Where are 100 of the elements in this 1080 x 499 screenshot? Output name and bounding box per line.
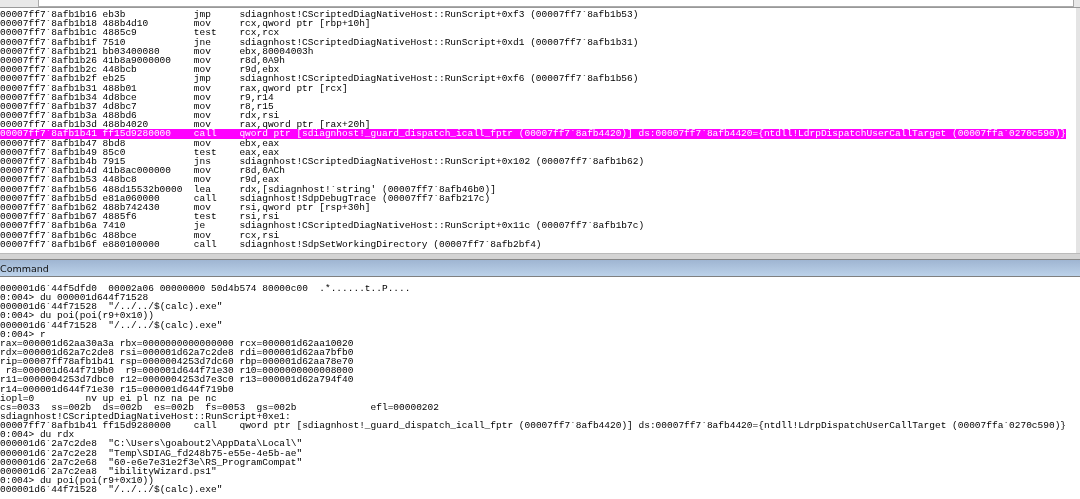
operand-cell: rsi,qword ptr [rsp+30h]	[239, 202, 371, 213]
address-cell-text: 00007ff7`8afb1b67	[0, 212, 98, 222]
output-line: rdx=000001d62a7c2de8 rsi=000001d62a7c2de8 rdi=000001d62aa7bfb0	[0, 348, 354, 358]
bytes-cell-text: 488b4d10	[102, 19, 150, 29]
address-cell-text: 00007ff7`8afb1b3a	[0, 111, 98, 121]
operand-cell: sdiagnhost!SdpDebugTrace (00007ff7`8afb217c)	[239, 193, 491, 203]
operand-cell: sdiagnhost!SdpSetWorkingDirectory (00007ff7`8afb2bf4)	[239, 239, 542, 249]
mnemonic-cell-text: mov	[193, 138, 212, 148]
bytes-cell-text: 448bc8	[102, 175, 137, 185]
operand-cell: ebx,80004003h	[239, 46, 314, 56]
mnemonic-cell-text: test	[193, 147, 218, 157]
mnemonic-cell-text: jmp	[193, 74, 212, 84]
address-cell-text: 00007ff7`8afb1b5d	[0, 193, 98, 203]
address-cell-text: 00007ff7`8afb1b34	[0, 92, 98, 102]
address-cell-text: 00007ff7`8afb1b1c	[0, 28, 98, 38]
bytes-cell-text: 4885f6	[102, 212, 138, 222]
operand-cell: r9d,eax	[239, 175, 280, 185]
output-line: 000001d6`2a7c2ea8 "ibilityWizard.ps1"	[0, 466, 217, 476]
address-cell-text: 00007ff7`8afb1b37	[0, 101, 98, 112]
pane-title: Command	[0, 262, 49, 274]
bytes-cell-text: 7915	[102, 157, 126, 167]
operand-cell: rcx,rsi	[239, 230, 280, 240]
bytes-cell-text: eb3b	[102, 10, 126, 20]
bytes-cell-text: 4885c9	[102, 28, 138, 38]
output-line: sdiagnhost!CScriptedDiagNativeHost::RunScript+0xe1:	[0, 411, 291, 422]
mnemonic-cell-text: jns	[193, 157, 212, 167]
address-cell-text: 00007ff7`8afb1b62	[0, 202, 98, 213]
operand-cell: r8,r15	[239, 101, 274, 112]
output-line: cs=0033 ss=002b ds=002b es=002b fs=0053 gs=002b efl=00000202	[0, 402, 439, 412]
operand-cell: r9,r14	[239, 92, 274, 102]
address-cell-text: 00007ff7`8afb1b2c	[0, 65, 98, 75]
operand-cell: sdiagnhost!CScriptedDiagNativeHost::RunScript+0xd1 (00007ff7`8afb1b31)	[239, 37, 639, 47]
mnemonic-cell-text: mov	[193, 230, 211, 240]
output-line: 0:004> du poi(poi(r9+0x10))	[0, 475, 154, 486]
address-cell-text: 00007ff7`8afb1b21	[0, 46, 98, 56]
bytes-cell-text: 488bd6	[102, 111, 137, 121]
output-line: 0:004> du poi(poi(r9+0x10))	[0, 311, 154, 321]
bytes-cell-text: 488b742430	[102, 202, 161, 213]
output-line: 000001d6`2a7c2de8 "C:\Users\goabout2\AppData\Local\"	[0, 439, 303, 449]
mnemonic-cell-text: mov	[193, 55, 212, 66]
address-cell-text: 00007ff7`8afb1b31	[0, 83, 98, 93]
operand-cell: sdiagnhost!CScriptedDiagNativeHost::RunScript+0x102 (00007ff7`8afb1b62)	[239, 157, 645, 167]
mnemonic-cell-text: call	[193, 129, 218, 139]
operand-cell: rcx,rcx	[239, 28, 280, 38]
output-line: 000001d6`2a7c2e28 "Temp\SDIAG_fd248b75-e55e-4e5b-ae"	[0, 448, 303, 458]
address-cell-text: 00007ff7`8afb1b41	[0, 129, 98, 139]
output-line: 000001d6`2a7c2e68 "60-e6e7e31e2f3e\RS_ProgramCompat"	[0, 457, 303, 467]
bytes-cell-text: 488bce	[102, 230, 138, 240]
operand-cell: sdiagnhost!CScriptedDiagNativeHost::RunScript+0x11c (00007ff7`8afb1b7c)	[239, 221, 645, 231]
mnemonic-cell-text: test	[193, 212, 218, 222]
operand-cell: rax,qword ptr [rcx]	[239, 83, 348, 93]
mnemonic-cell-text: call	[193, 193, 218, 203]
operand-cell: rax,qword ptr [rax+20h]	[239, 120, 371, 130]
mnemonic-cell-text: test	[193, 28, 218, 38]
mnemonic-cell-text: call	[193, 239, 218, 249]
mnemonic-cell-text: mov	[193, 175, 212, 185]
bytes-cell-text: 7410	[102, 221, 126, 231]
mnemonic-cell-text: jmp	[193, 10, 212, 20]
address-cell-text: 00007ff7`8afb1b56	[0, 184, 98, 194]
bytes-cell-text: e880100000	[102, 239, 161, 249]
address-cell-text: 00007ff7`8afb1b47	[0, 138, 98, 148]
output-line: r8=000001d644f719b0 r9=000001d644f71e30 r10=0000000000008000	[5, 366, 354, 376]
bytes-cell-text: 488b01	[102, 83, 138, 93]
highlighted-row[interactable]: 00007ff7`8afb1b41 ff15d9280000 call qword ptr [sdiagnhost!_guard_dispatch_icall_fptr (00007ff7`8afb4420)] ds:00007ff7`8afb4420={ntdll!LdrpDispatchUserCallTarget (00007ffa`0270c590)}	[0, 129, 1067, 139]
address-cell-text: 00007ff7`8afb1b6a	[0, 221, 98, 231]
operand-cell: r9d,ebx	[239, 65, 280, 75]
bytes-cell-text: bb03400080	[102, 46, 160, 56]
operand-cell: r8d,0ACh	[239, 166, 285, 176]
address-cell-text: 00007ff7`8afb1b49	[0, 147, 98, 157]
bytes-cell-text: 4d8bc7	[102, 101, 138, 112]
bytes-cell-text: 488d15532b0000	[102, 184, 184, 194]
offset-field[interactable]	[38, 0, 1074, 7]
output-line: r14=000001d644f71e30 r15=000001d644f719b0	[0, 384, 234, 394]
address-cell-text: 00007ff7`8afb1b3d	[0, 120, 98, 130]
output-line: 0:004> r	[0, 329, 46, 339]
output-line: iopl=0 nv up ei pl nz na pe nc	[0, 393, 217, 403]
mnemonic-cell-text: mov	[193, 166, 212, 176]
mnemonic-cell-text: jne	[193, 37, 212, 47]
mnemonic-cell-text: mov	[193, 46, 212, 56]
operand-cell: qword ptr [sdiagnhost!_guard_dispatch_icall_fptr (00007ff7`8afb4420)] ds:00007ff7`8afb4420={ntdll!LdrpDispatchUserCallTarget (00007ffa`0270c590)}	[239, 129, 1067, 139]
splitter[interactable]	[0, 253, 1080, 260]
bytes-cell-text: 7510	[102, 37, 126, 47]
output-line: r11=0000004253d7dbc0 r12=0000004253d7e3c0 r13=000001d62a794f40	[0, 375, 354, 385]
mnemonic-cell-text: mov	[193, 19, 211, 29]
address-cell-text: 00007ff7`8afb1b6f	[0, 239, 98, 249]
address-cell-text: 00007ff7`8afb1b53	[0, 175, 98, 185]
operand-cell: rsi,rsi	[239, 212, 280, 222]
address-cell-text: 00007ff7`8afb1b18	[0, 19, 98, 29]
output-line: rip=00007ff78afb1b41 rsp=0000004253d7dc60 rbp=000001d62aa78e70	[0, 357, 354, 367]
mnemonic-cell-text: mov	[193, 65, 212, 75]
bytes-cell-text: eb25	[102, 74, 126, 84]
mnemonic-cell-text: mov	[193, 111, 212, 121]
bytes-cell-text: 4d8bce	[102, 92, 138, 102]
operand-cell: ebx,eax	[239, 138, 280, 148]
output-line: 0:004> du 000001d644f71528	[0, 293, 149, 303]
operand-cell: sdiagnhost!CScriptedDiagNativeHost::RunScript+0xf3 (00007ff7`8afb1b53)	[239, 10, 639, 20]
output-line: 0:004> du rdx	[0, 430, 75, 440]
address-cell-text: 00007ff7`8afb1b2f	[0, 74, 98, 84]
bytes-cell-text: 448bcb	[102, 65, 138, 75]
mnemonic-cell-text: lea	[193, 184, 211, 194]
